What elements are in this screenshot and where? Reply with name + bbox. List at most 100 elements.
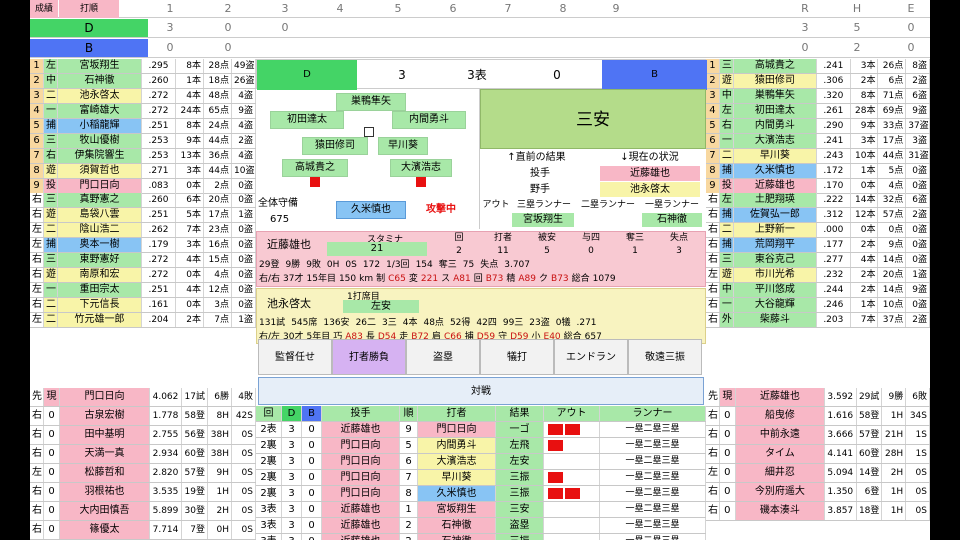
lineup-row[interactable]: 4 一富崎雄大 .272 24本 65点 9盗 <box>30 104 256 119</box>
lineup-row[interactable]: 8 捕久米慎也 .172 1本 5点 0盗 <box>706 164 930 179</box>
bench-player-row[interactable]: 右遊南原和宏 .272 0本 4点 0盗 <box>30 268 256 283</box>
steals: 0盗 <box>906 253 930 267</box>
strategy-button[interactable]: 敬遠三振 <box>628 339 702 375</box>
era: 2.755 <box>150 426 182 444</box>
lineup-row[interactable]: 3 二池永啓太 .272 4本 48点 4盗 <box>30 89 256 104</box>
pitcher-row[interactable]: 右 0 今別府遥大 1.350 6登 1H 0S <box>706 483 930 502</box>
strategy-button[interactable]: エンドラン <box>554 339 628 375</box>
strategy-button[interactable]: 打者勝負 <box>332 339 406 375</box>
bench-player-row[interactable]: 右三東谷克己 .277 4本 14点 0盗 <box>706 253 930 268</box>
pitcher-row[interactable]: 右 0 船曳修 1.616 58登 1H 34S <box>706 407 930 426</box>
lineup-row[interactable]: 9 投近藤雄也 .170 0本 4点 0盗 <box>706 179 930 194</box>
pitcher-row[interactable]: 右 0 羽根祐也 3.535 19登 1H 0S <box>30 483 256 502</box>
position: 捕 <box>719 164 734 178</box>
bench-player-row[interactable]: 右遊島袋八雲 .251 5本 17点 1盗 <box>30 208 256 223</box>
player-name: 近藤雄也 <box>733 179 817 193</box>
strategy-button[interactable]: 監督任せ <box>258 339 332 375</box>
lineup-row[interactable]: 1 三高城貴之 .241 3本 26点 8盗 <box>706 59 930 74</box>
batter-stat: 52得 <box>449 318 471 328</box>
log-row[interactable]: 2裏 3 0 門口日向 5 内間勇斗 左飛 一塁二塁三塁 <box>256 438 706 454</box>
bench-player-row[interactable]: 右外柴藤斗 .203 7本 37点 2盗 <box>706 313 930 328</box>
lineup-row[interactable]: 6 一大濱浩志 .241 3本 17点 3盗 <box>706 134 930 149</box>
lineup-row[interactable]: 8 遊須賀哲也 .271 3本 44点 10盗 <box>30 164 256 179</box>
pitcher-row[interactable]: 右 0 磯本湊斗 3.857 18登 1H 0S <box>706 502 930 521</box>
home-runs: 8本 <box>176 59 204 73</box>
pitch-stat-head: 被安 <box>537 233 556 243</box>
pitcher-row[interactable]: 先現門口日向 4.062 17試 6勝 4敗 <box>30 388 256 407</box>
bench-player-row[interactable]: 右中平川悠成 .244 2本 14点 9盗 <box>706 283 930 298</box>
record-tab[interactable]: 成績 <box>30 0 58 18</box>
pitcher-name: 門口日向 <box>60 388 150 406</box>
out-marker <box>565 504 580 515</box>
strategy-button[interactable]: 犠打 <box>480 339 554 375</box>
lineup-row[interactable]: 9 投門口日向 .083 0本 2点 0盗 <box>30 179 256 194</box>
bench-player-row[interactable]: 左一重田宗太 .251 4本 12点 0盗 <box>30 283 256 298</box>
lineup-row[interactable]: 7 二早川葵 .243 10本 44点 31盗 <box>706 149 930 164</box>
bench-player-row[interactable]: 左二竹元雄一郎 .204 2本 7点 1盗 <box>30 313 256 328</box>
pitcher-row[interactable]: 右 0 中前永遠 3.666 57登 21H 1S <box>706 426 930 445</box>
rbi: 57点 <box>878 208 907 222</box>
log-row[interactable]: 3表 3 0 近藤雄也 2 石神徹 盗塁 一塁二塁三塁 <box>256 518 706 534</box>
bench-player-row[interactable]: 右一大谷龍輝 .246 1本 10点 0盗 <box>706 298 930 313</box>
lineup-row[interactable]: 2 中石神徹 .260 1本 18点 26盗 <box>30 74 256 89</box>
pitcher-row[interactable]: 先現近藤雄也 3.592 29試 9勝 6敗 <box>706 388 930 407</box>
lineup-row[interactable]: 5 右内間勇斗 .290 9本 33点 37盗 <box>706 119 930 134</box>
lineup-row[interactable]: 5 捕小稲龍輝 .251 8本 24点 4盗 <box>30 119 256 134</box>
bench-player-row[interactable]: 右三真野憲之 .260 6本 20点 0盗 <box>30 193 256 208</box>
pitcher-role: 右 <box>706 407 720 425</box>
games: 29試 <box>857 388 883 406</box>
bench-player-row[interactable]: 右捕佐賀弘一郎 .312 12本 57点 2盗 <box>706 208 930 223</box>
fielder-2b[interactable]: 早川葵 <box>378 137 428 155</box>
fielder-rf[interactable]: 内間勇斗 <box>392 111 466 129</box>
fielder-3b[interactable]: 高城貴之 <box>282 159 348 177</box>
log-order: 2 <box>400 518 418 533</box>
pitcher-state: 現 <box>44 388 60 406</box>
lineup-row[interactable]: 3 中巣鴨隼矢 .320 8本 71点 6盗 <box>706 89 930 104</box>
pitcher-row[interactable]: 右 0 大内田慎吾 5.899 30登 2H 0S <box>30 502 256 521</box>
log-row[interactable]: 2裏 3 0 門口日向 6 大濱浩志 左安 一塁二塁三塁 <box>256 454 706 470</box>
log-outs <box>544 518 600 533</box>
bench-player-row[interactable]: 右二下元信長 .161 0本 3点 0盗 <box>30 298 256 313</box>
log-row[interactable]: 2表 3 0 近藤雄也 9 門口日向 一ゴ 一塁二塁三塁 <box>256 422 706 438</box>
pitcher-row[interactable]: 右 0 天満一真 2.934 60登 38H 0S <box>30 445 256 464</box>
fielder-cf[interactable]: 巣鴨隼矢 <box>336 93 406 111</box>
pitcher-row[interactable]: 右 0 タイム 4.141 60登 28H 1S <box>706 445 930 464</box>
pitcher-row[interactable]: 右 0 古泉宏樹 1.778 58登 8H 42S <box>30 407 256 426</box>
bench-player-row[interactable]: 左二陰山浩二 .262 7本 23点 0盗 <box>30 223 256 238</box>
log-row[interactable]: 2裏 3 0 門口日向 7 早川葵 三振 一塁二塁三塁 <box>256 470 706 486</box>
lineup-row[interactable]: 7 右伊集院響生 .253 13本 36点 4盗 <box>30 149 256 164</box>
position: 右 <box>719 119 734 133</box>
bench-player-row[interactable]: 左捕奥本一樹 .179 3本 16点 0盗 <box>30 238 256 253</box>
strategy-button[interactable]: 盗塁 <box>406 339 480 375</box>
fielder-lf[interactable]: 初田達太 <box>270 111 344 129</box>
lineup-row[interactable]: 1 左宮坂翔生 .295 8本 28点 49盗 <box>30 59 256 74</box>
log-row[interactable]: 3表30近藤雄也2石神徹三振 一塁二塁三塁 <box>256 534 706 540</box>
pitcher-row[interactable]: 左 0 細井忍 5.094 14登 2H 0S <box>706 464 930 483</box>
pitcher-row[interactable]: 右 0 篠優太 7.714 7登 0H 0S <box>30 521 256 540</box>
position: 遊 <box>44 164 58 178</box>
second-runner-header: 二塁ランナー <box>580 200 635 210</box>
out-marker <box>548 504 563 515</box>
steals: 1盗 <box>906 268 930 282</box>
log-row[interactable]: 2裏 3 0 門口日向 8 久米慎也 三振 一塁二塁三塁 <box>256 486 706 502</box>
bench-player-row[interactable]: 右左土肥翔瑛 .222 14本 32点 6盗 <box>706 193 930 208</box>
lineup-row[interactable]: 2 遊猿田修司 .306 2本 6点 2盗 <box>706 74 930 89</box>
bench-player-row[interactable]: 左遊市川光希 .232 2本 20点 1盗 <box>706 268 930 283</box>
lineup-row[interactable]: 4 左初田達太 .261 28本 69点 9盗 <box>706 104 930 119</box>
position: 二 <box>719 223 734 237</box>
fielder-ss[interactable]: 猿田修司 <box>302 137 368 155</box>
bench-player-row[interactable]: 右三東野憲好 .272 4本 15点 0盗 <box>30 253 256 268</box>
wins-holds: 38H <box>208 426 232 444</box>
pitcher-role: 先 <box>706 388 720 406</box>
pitcher-row[interactable]: 右 0 田中基明 2.755 56登 38H 0S <box>30 426 256 445</box>
lineup-row[interactable]: 6 三牧山優樹 .253 9本 44点 2盗 <box>30 134 256 149</box>
fielder-c[interactable]: 久米慎也 <box>336 201 406 219</box>
rbi: 15点 <box>204 253 232 267</box>
fielder-1b[interactable]: 大濱浩志 <box>390 159 452 177</box>
order-tab[interactable]: 打順 <box>59 0 119 18</box>
log-row[interactable]: 3表 3 0 近藤雄也 1 宮坂翔生 三安 一塁二塁三塁 <box>256 502 706 518</box>
bench-player-row[interactable]: 右二上野新一 .000 0本 0点 0盗 <box>706 223 930 238</box>
bench-player-row[interactable]: 右捕荒岡翔平 .177 2本 9点 0盗 <box>706 238 930 253</box>
pitcher-row[interactable]: 左 0 松藤哲和 2.820 57登 9H 0S <box>30 464 256 483</box>
versus-button[interactable]: 対戦 <box>258 377 704 405</box>
